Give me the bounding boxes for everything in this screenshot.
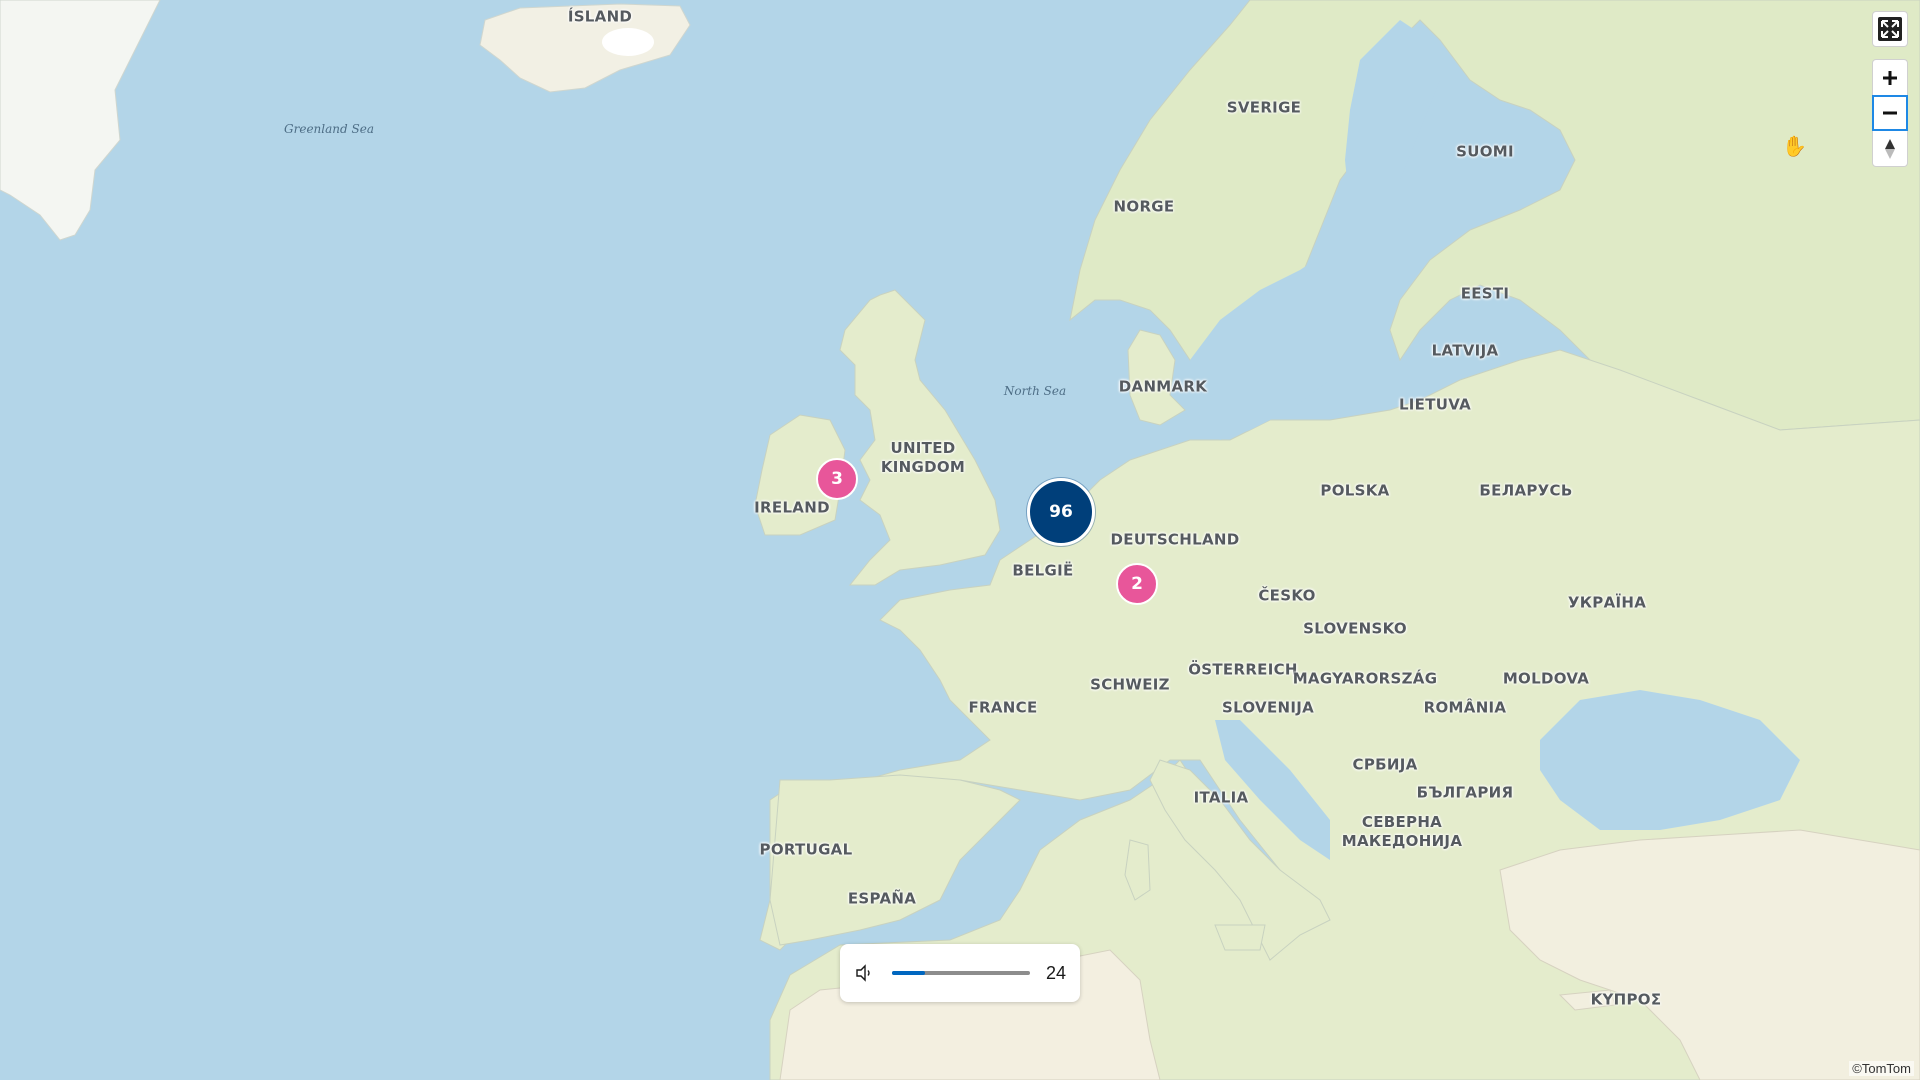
cluster-marker-ireland[interactable]: 3 bbox=[816, 458, 858, 500]
country-label-polska: POLSKA bbox=[1320, 481, 1390, 500]
country-label-deutschland: DEUTSCHLAND bbox=[1110, 530, 1240, 549]
volume-slider-fill bbox=[892, 971, 926, 975]
cluster-marker-germany[interactable]: 2 bbox=[1116, 563, 1158, 605]
country-label-magyarorszag: MAGYARORSZÁG bbox=[1292, 669, 1438, 688]
zoom-in-button[interactable] bbox=[1872, 59, 1908, 95]
fullscreen-button[interactable] bbox=[1872, 11, 1908, 47]
volume-flyout: 24 bbox=[840, 944, 1080, 1002]
map-canvas[interactable]: ÍSLAND SVERIGE SUOMI NORGE EESTI LATVIJA… bbox=[0, 0, 1920, 1080]
country-label-belgie: BELGIË bbox=[1012, 561, 1074, 580]
zoom-out-button[interactable] bbox=[1872, 95, 1908, 131]
country-label-island: ÍSLAND bbox=[567, 7, 633, 26]
cluster-marker-benelux[interactable]: 96 bbox=[1027, 478, 1095, 546]
country-label-italia: ITALIA bbox=[1193, 788, 1249, 807]
volume-value: 24 bbox=[1045, 962, 1066, 983]
country-label-ireland: IRELAND bbox=[754, 498, 830, 517]
country-label-cesko: ČESKO bbox=[1258, 586, 1316, 605]
country-label-belarus: БЕЛАРУСЬ bbox=[1479, 481, 1573, 500]
country-label-north-macedonia: СЕВЕРНА МАКЕДОНИЈА bbox=[1341, 813, 1463, 850]
country-label-bulgaria: БЪЛГАРИЯ bbox=[1416, 783, 1514, 802]
country-label-latvija: LATVIJA bbox=[1431, 341, 1499, 360]
fullscreen-icon bbox=[1878, 17, 1902, 41]
country-label-ukraina: УКРАЇНА bbox=[1567, 593, 1647, 612]
country-label-suomi: SUOMI bbox=[1456, 142, 1514, 161]
country-label-lietuva: LIETUVA bbox=[1398, 395, 1472, 414]
country-label-portugal: PORTUGAL bbox=[759, 840, 853, 859]
country-label-srbija: СРБИЈА bbox=[1352, 755, 1418, 774]
map-controls bbox=[1872, 11, 1908, 167]
minus-icon bbox=[1883, 111, 1897, 115]
country-label-kypros: ΚΥΠΡΟΣ bbox=[1590, 990, 1662, 1009]
country-label-united-kingdom: UNITED KINGDOM bbox=[880, 439, 966, 476]
sea-label-north-sea: North Sea bbox=[1003, 384, 1067, 398]
reset-bearing-button[interactable] bbox=[1872, 131, 1908, 167]
map-attribution[interactable]: ©TomTom bbox=[1849, 1061, 1914, 1076]
country-label-eesti: EESTI bbox=[1460, 284, 1510, 303]
hand-cursor-icon: ✋ bbox=[1782, 134, 1807, 158]
volume-slider[interactable] bbox=[892, 971, 1030, 975]
country-label-moldova: MOLDOVA bbox=[1502, 669, 1590, 688]
map-basemap bbox=[0, 0, 1920, 1080]
country-label-slovensko: SLOVENSKO bbox=[1303, 619, 1407, 638]
country-label-norge: NORGE bbox=[1113, 197, 1175, 216]
sea-label-greenland-sea: Greenland Sea bbox=[284, 122, 374, 136]
country-label-danmark: DANMARK bbox=[1118, 377, 1208, 396]
country-label-france: FRANCE bbox=[968, 698, 1038, 717]
country-label-sverige: SVERIGE bbox=[1226, 98, 1302, 117]
speaker-icon[interactable] bbox=[854, 963, 874, 983]
country-label-espana: ESPAÑA bbox=[847, 889, 917, 908]
country-label-schweiz: SCHWEIZ bbox=[1090, 675, 1170, 694]
plus-icon bbox=[1883, 70, 1897, 85]
country-label-osterreich: ÖSTERREICH bbox=[1188, 660, 1298, 679]
country-label-romania: ROMÂNIA bbox=[1423, 698, 1507, 717]
country-label-slovenija: SLOVENIJA bbox=[1221, 698, 1315, 717]
compass-icon bbox=[1885, 138, 1895, 159]
